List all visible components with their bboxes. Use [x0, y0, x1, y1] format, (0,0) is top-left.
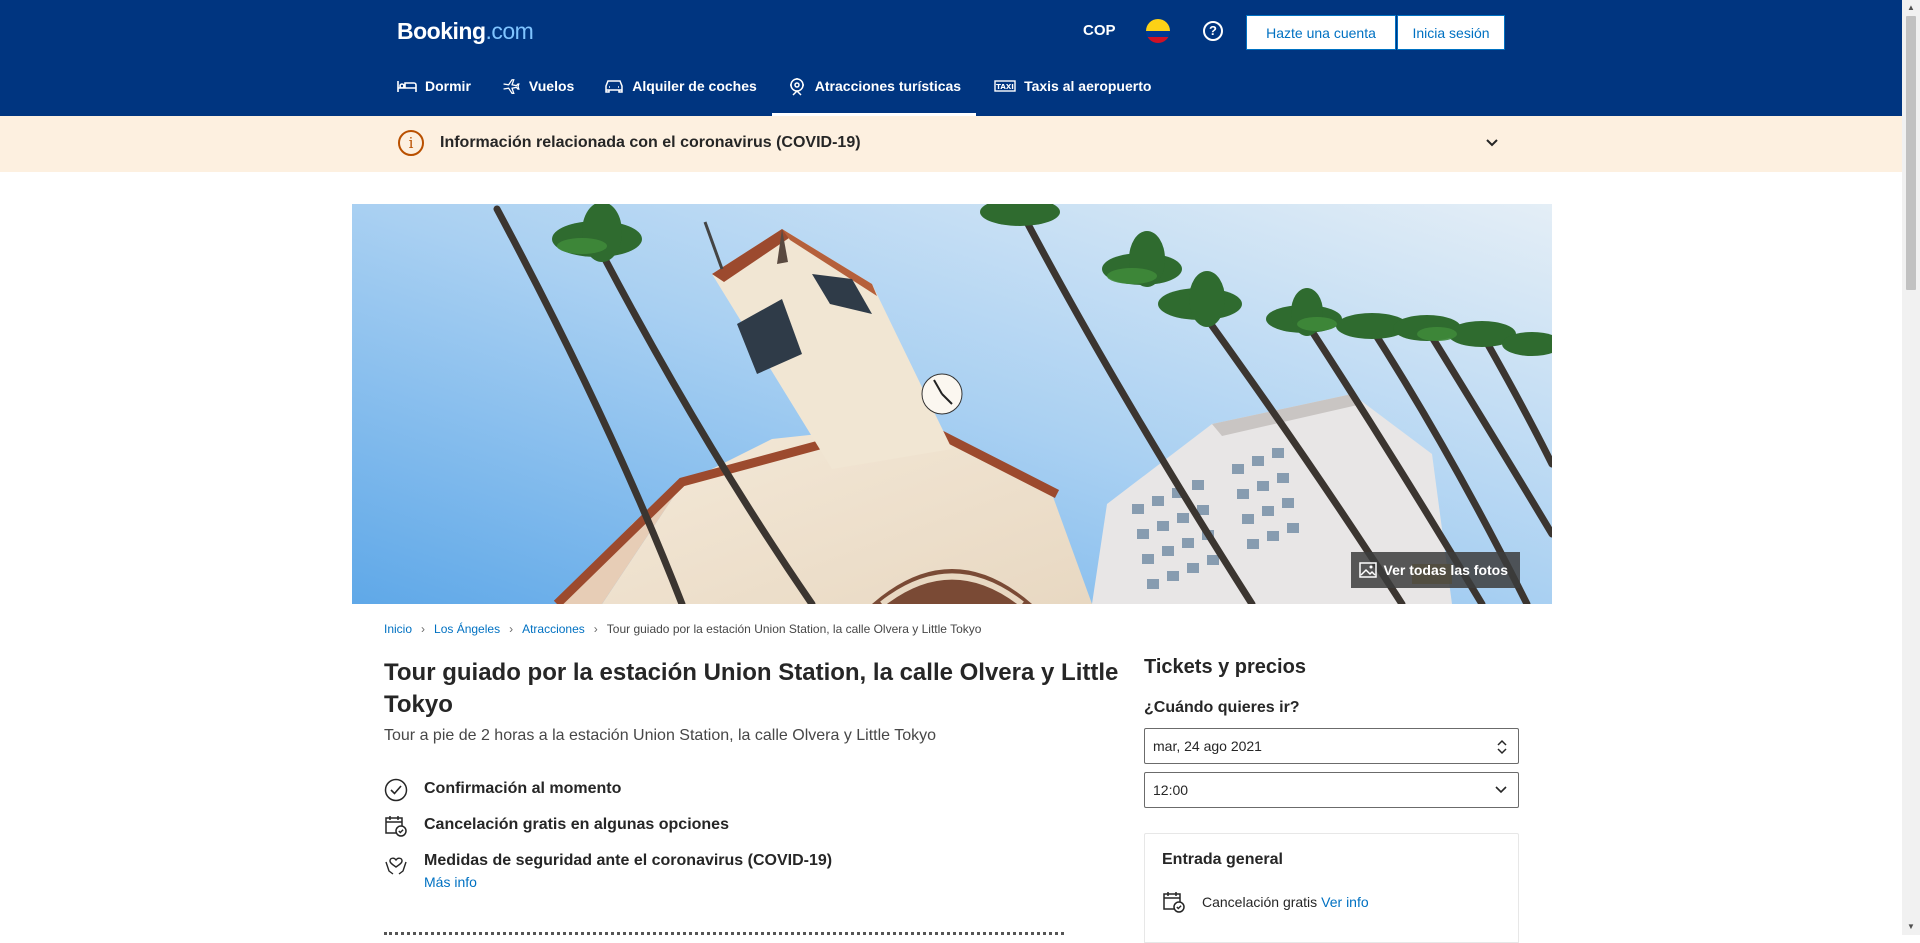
image-icon [1358, 562, 1377, 578]
chevron-right-icon: › [421, 622, 426, 636]
description-text-cut-off [384, 928, 1074, 935]
page-subtitle: Tour a pie de 2 horas a la estación Unio… [384, 727, 937, 744]
nav-label: Taxis al aeropuerto [1024, 78, 1152, 94]
breadcrumb-attractions[interactable]: Atracciones [522, 622, 585, 636]
breadcrumb: Inicio › Los Ángeles › Atracciones › Tou… [384, 622, 981, 636]
calendar-check-icon [385, 816, 407, 837]
nav-label: Dormir [425, 78, 471, 94]
chevron-right-icon: › [593, 622, 598, 636]
currency-selector[interactable]: COP [1083, 22, 1116, 39]
nav-item-car-rental[interactable]: Alquiler de coches [604, 72, 768, 116]
scroll-down-arrow-icon[interactable]: ▼ [1902, 919, 1920, 935]
scrollbar-thumb[interactable] [1906, 16, 1916, 290]
breadcrumb-current: Tour guiado por la estación Union Statio… [606, 622, 982, 636]
view-info-link[interactable]: Ver info [1321, 894, 1368, 910]
date-value: mar, 24 ago 2021 [1153, 738, 1262, 754]
nav-item-airport-taxis[interactable]: TAXI Taxis al aeropuerto [994, 72, 1163, 116]
when-label: ¿Cuándo quieres ir? [1144, 699, 1300, 716]
feature-instant-confirmation: Confirmación al momento [384, 778, 621, 802]
main-nav: Dormir Vuelos Alquiler de coches Atracci… [397, 72, 1181, 116]
nav-label: Vuelos [528, 78, 575, 94]
nav-label: Alquiler de coches [632, 78, 757, 94]
time-value: 12:00 [1153, 782, 1189, 798]
plane-icon [503, 79, 520, 94]
login-button[interactable]: Inicia sesión [1397, 15, 1505, 50]
page-scrollbar[interactable]: ▲ ▼ [1902, 0, 1920, 935]
info-icon: i [398, 130, 424, 156]
page-title: Tour guiado por la estación Union Statio… [384, 659, 1119, 718]
feature-covid-safety: Medidas de seguridad ante el coronavirus… [384, 850, 832, 892]
chevron-down-icon[interactable] [1484, 134, 1500, 150]
feature-label: Medidas de seguridad ante el coronavirus… [424, 852, 833, 869]
scroll-up-arrow-icon[interactable]: ▲ [1902, 0, 1920, 16]
attractions-icon [789, 78, 804, 96]
breadcrumb-home[interactable]: Inicio [384, 622, 412, 636]
chevron-down-icon [1495, 786, 1507, 794]
taxi-icon: TAXI [994, 80, 1016, 92]
svg-text:TAXI: TAXI [996, 83, 1014, 91]
booking-logo[interactable]: Booking.com [397, 18, 534, 45]
cancellation-text: Cancelación gratis [1202, 894, 1318, 910]
nav-label: Atracciones turísticas [814, 78, 962, 94]
tickets-title: Tickets y precios [1144, 656, 1306, 678]
hero-image[interactable]: Ver todas las fotos [352, 204, 1552, 604]
feature-free-cancellation: Cancelación gratis en algunas opciones [384, 814, 729, 838]
ticket-option-card[interactable]: Entrada general Cancelación gratis Ver i… [1144, 833, 1519, 943]
register-button[interactable]: Hazte una cuenta [1246, 15, 1396, 50]
union-station-photo [352, 204, 1552, 604]
date-select[interactable]: mar, 24 ago 2021 [1144, 728, 1519, 764]
car-icon [605, 80, 624, 93]
time-select[interactable]: 12:00 [1144, 772, 1519, 808]
feature-label: Confirmación al momento [424, 780, 622, 797]
bed-icon [397, 81, 417, 92]
nav-item-stays[interactable]: Dormir [397, 72, 483, 116]
language-flag-icon[interactable] [1146, 19, 1170, 43]
nav-item-attractions[interactable]: Atracciones turísticas [771, 72, 977, 116]
chevron-right-icon: › [509, 622, 514, 636]
top-header: Booking.com COP ? Hazte una cuenta Inici… [0, 0, 1902, 116]
hands-heart-icon [385, 857, 407, 875]
view-all-photos-label: Ver todas las fotos [1383, 562, 1508, 578]
calendar-check-icon [1163, 892, 1185, 913]
ticket-option-title: Entrada general [1162, 851, 1283, 868]
cancellation-row: Cancelación gratis Ver info [1162, 890, 1369, 914]
updown-chevron-icon [1497, 739, 1507, 755]
more-info-link[interactable]: Más info [424, 872, 832, 892]
check-circle-icon [384, 778, 408, 802]
view-all-photos-button[interactable]: Ver todas las fotos [1350, 552, 1520, 588]
covid-banner[interactable]: i Información relacionada con el coronav… [0, 116, 1902, 172]
covid-banner-text: Información relacionada con el coronavir… [440, 134, 861, 151]
nav-item-flights[interactable]: Vuelos [501, 72, 586, 116]
breadcrumb-city[interactable]: Los Ángeles [434, 622, 500, 636]
feature-label: Cancelación gratis en algunas opciones [424, 816, 729, 833]
help-icon[interactable]: ? [1203, 21, 1223, 41]
